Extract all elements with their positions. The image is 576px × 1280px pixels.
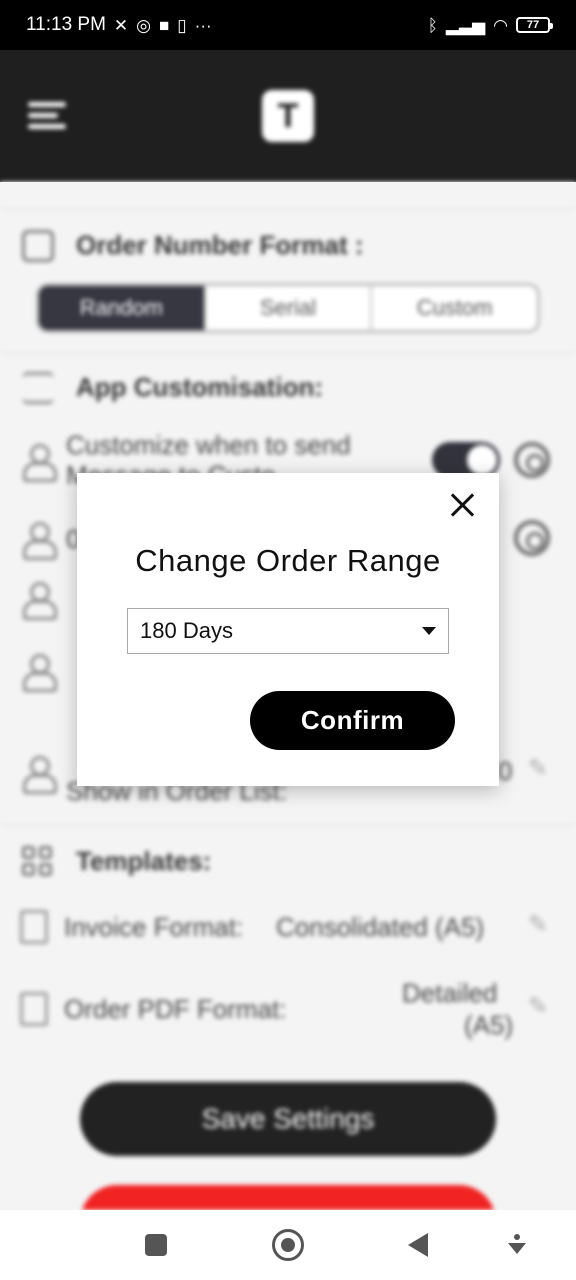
change-order-range-dialog: Change Order Range 180 Days Confirm (77, 473, 499, 786)
wifi-icon: ◠ (493, 15, 508, 35)
whatsapp-icon: ◎ (136, 15, 152, 35)
bluetooth-icon: ᛒ (427, 15, 438, 35)
more-icon: ··· (194, 15, 212, 35)
home-icon[interactable] (272, 1229, 304, 1261)
confirm-button[interactable]: Confirm (250, 691, 455, 750)
recents-icon[interactable] (145, 1234, 167, 1256)
signal-icon: ▂▃▅ (445, 15, 486, 35)
dialog-title: Change Order Range (135, 543, 441, 578)
mute-icon: ✕ (113, 15, 129, 35)
status-bar: 11:13 PM ✕ ◎ ■ ▯ ··· ᛒ ▂▃▅ ◠ 77 (0, 0, 576, 50)
battery-level: 77 (526, 19, 540, 31)
order-range-selected-value: 180 Days (140, 618, 233, 643)
chevron-down-icon (422, 627, 436, 635)
close-icon[interactable] (449, 491, 477, 519)
order-range-select[interactable]: 180 Days (127, 608, 449, 654)
trash-icon: ▯ (177, 15, 187, 35)
accessibility-icon[interactable] (508, 1234, 526, 1256)
clock: 11:13 PM (26, 14, 106, 35)
system-nav-bar (0, 1210, 576, 1280)
back-icon[interactable] (408, 1233, 428, 1257)
battery-icon: 77 (516, 17, 553, 33)
video-icon: ■ (159, 15, 170, 35)
